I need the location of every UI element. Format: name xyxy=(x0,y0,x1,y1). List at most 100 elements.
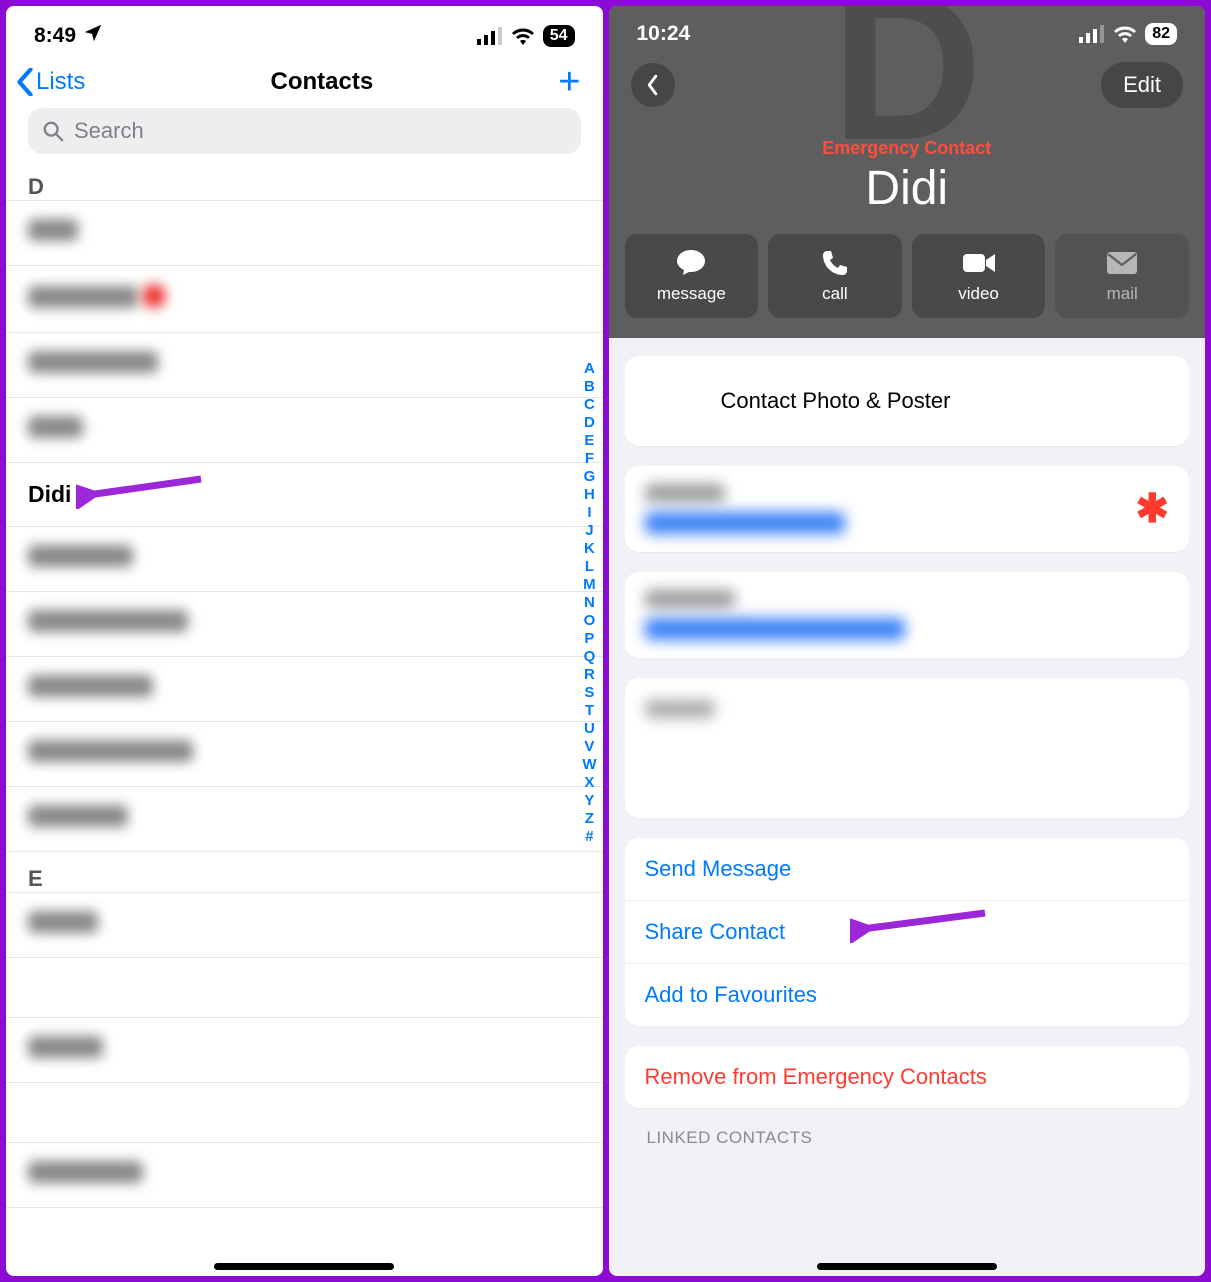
video-icon xyxy=(962,248,996,278)
nav-bar: Lists Contacts + xyxy=(6,54,603,104)
contact-row[interactable] xyxy=(6,787,603,852)
index-letter[interactable]: G xyxy=(584,468,596,486)
mail-button: mail xyxy=(1055,234,1189,318)
action-label: call xyxy=(822,284,848,304)
index-letter[interactable]: O xyxy=(584,612,596,630)
linked-contacts-header: LINKED CONTACTS xyxy=(625,1128,1190,1148)
home-indicator[interactable] xyxy=(214,1263,394,1270)
index-letter[interactable]: Q xyxy=(584,648,596,666)
status-time: 10:24 xyxy=(637,22,691,46)
search-input[interactable]: Search xyxy=(28,108,581,154)
emergency-star-icon: ✱ xyxy=(1135,486,1169,532)
back-button[interactable] xyxy=(631,63,675,107)
section-header-d: D xyxy=(6,160,603,200)
contact-row[interactable] xyxy=(6,592,603,657)
detail-nav: Edit xyxy=(609,50,1206,112)
index-letter[interactable]: V xyxy=(584,738,594,756)
index-letter[interactable]: C xyxy=(584,396,595,414)
contact-avatar xyxy=(645,372,703,430)
signal-icon xyxy=(1079,25,1105,43)
action-label: video xyxy=(958,284,999,304)
index-letter[interactable]: H xyxy=(584,486,595,504)
contact-row[interactable] xyxy=(6,398,603,463)
location-arrow-icon xyxy=(82,22,104,50)
wifi-icon xyxy=(511,27,535,45)
index-letter[interactable]: J xyxy=(585,522,593,540)
phone-icon xyxy=(821,248,849,278)
send-message-button[interactable]: Send Message xyxy=(625,838,1190,901)
index-letter[interactable]: D xyxy=(584,414,595,432)
action-buttons: message call video mail xyxy=(609,216,1206,318)
index-letter[interactable]: N xyxy=(584,594,595,612)
index-letter[interactable]: A xyxy=(584,360,595,378)
contact-row[interactable] xyxy=(6,200,603,266)
contacts-screen: 8:49 54 Lists Contacts + Search D xyxy=(6,6,603,1276)
contact-row[interactable] xyxy=(6,266,603,333)
index-letter[interactable]: X xyxy=(584,774,594,792)
share-contact-button[interactable]: Share Contact xyxy=(625,901,1190,964)
detail-body: Contact Photo & Poster ✱ xyxy=(609,338,1206,1166)
add-to-favourites-button[interactable]: Add to Favourites xyxy=(625,964,1190,1026)
contact-row[interactable] xyxy=(6,1143,603,1208)
contact-name: Didi xyxy=(609,161,1206,216)
emergency-contact-label: Emergency Contact xyxy=(609,138,1206,159)
contact-row[interactable] xyxy=(6,958,603,1018)
index-letter[interactable]: E xyxy=(584,432,594,450)
remove-emergency-button[interactable]: Remove from Emergency Contacts xyxy=(625,1046,1190,1108)
home-indicator[interactable] xyxy=(817,1263,997,1270)
mail-icon xyxy=(1106,248,1138,278)
photo-poster-card[interactable]: Contact Photo & Poster xyxy=(625,356,1190,446)
message-button[interactable]: message xyxy=(625,234,759,318)
photo-poster-label: Contact Photo & Poster xyxy=(721,388,951,414)
detail-header: 10:24 82 D Edit Emergency Contact Didi xyxy=(609,6,1206,338)
contacts-list: D Didi E ABCDEFGHIJKLMNOPQRSTUVWXYZ# xyxy=(6,160,603,1208)
annotation-arrow-icon xyxy=(850,903,990,943)
edit-button[interactable]: Edit xyxy=(1101,62,1183,108)
action-label: message xyxy=(657,284,726,304)
index-letter[interactable]: U xyxy=(584,720,595,738)
action-label: mail xyxy=(1107,284,1138,304)
phone-card[interactable]: ✱ xyxy=(625,466,1190,552)
address-card[interactable] xyxy=(625,572,1190,658)
notes-card[interactable] xyxy=(625,678,1190,818)
contact-row[interactable] xyxy=(6,333,603,398)
contact-row[interactable] xyxy=(6,1083,603,1143)
battery-icon: 82 xyxy=(1145,23,1177,45)
index-letter[interactable]: S xyxy=(584,684,594,702)
index-letter[interactable]: L xyxy=(585,558,594,576)
remove-emergency-card: Remove from Emergency Contacts xyxy=(625,1046,1190,1108)
section-header-e: E xyxy=(6,852,603,892)
index-letter[interactable]: I xyxy=(587,504,591,522)
message-icon xyxy=(675,248,707,278)
index-letter[interactable]: B xyxy=(584,378,595,396)
status-bar: 10:24 82 xyxy=(609,6,1206,50)
index-letter[interactable]: M xyxy=(583,576,596,594)
actions-card: Send Message Share Contact Add to Favour… xyxy=(625,838,1190,1026)
index-letter[interactable]: Y xyxy=(584,792,594,810)
contact-row[interactable] xyxy=(6,527,603,592)
contact-row[interactable] xyxy=(6,1018,603,1083)
alphabet-index[interactable]: ABCDEFGHIJKLMNOPQRSTUVWXYZ# xyxy=(582,360,596,846)
video-button[interactable]: video xyxy=(912,234,1046,318)
contact-row[interactable] xyxy=(6,892,603,958)
contact-row-didi[interactable]: Didi xyxy=(6,463,603,527)
contact-detail-screen: 10:24 82 D Edit Emergency Contact Didi xyxy=(609,6,1206,1276)
index-letter[interactable]: # xyxy=(585,828,593,846)
call-button[interactable]: call xyxy=(768,234,902,318)
index-letter[interactable]: P xyxy=(584,630,594,648)
index-letter[interactable]: Z xyxy=(585,810,594,828)
add-contact-button[interactable]: + xyxy=(558,70,580,94)
contact-row[interactable] xyxy=(6,722,603,787)
status-icons: 82 xyxy=(1079,23,1177,45)
index-letter[interactable]: W xyxy=(582,756,596,774)
search-icon xyxy=(42,120,64,142)
index-letter[interactable]: T xyxy=(585,702,594,720)
status-icons: 54 xyxy=(477,25,575,47)
contact-row[interactable] xyxy=(6,657,603,722)
index-letter[interactable]: F xyxy=(585,450,594,468)
battery-icon: 54 xyxy=(543,25,575,47)
index-letter[interactable]: R xyxy=(584,666,595,684)
back-to-lists-button[interactable]: Lists xyxy=(16,68,85,96)
wifi-icon xyxy=(1113,25,1137,43)
index-letter[interactable]: K xyxy=(584,540,595,558)
